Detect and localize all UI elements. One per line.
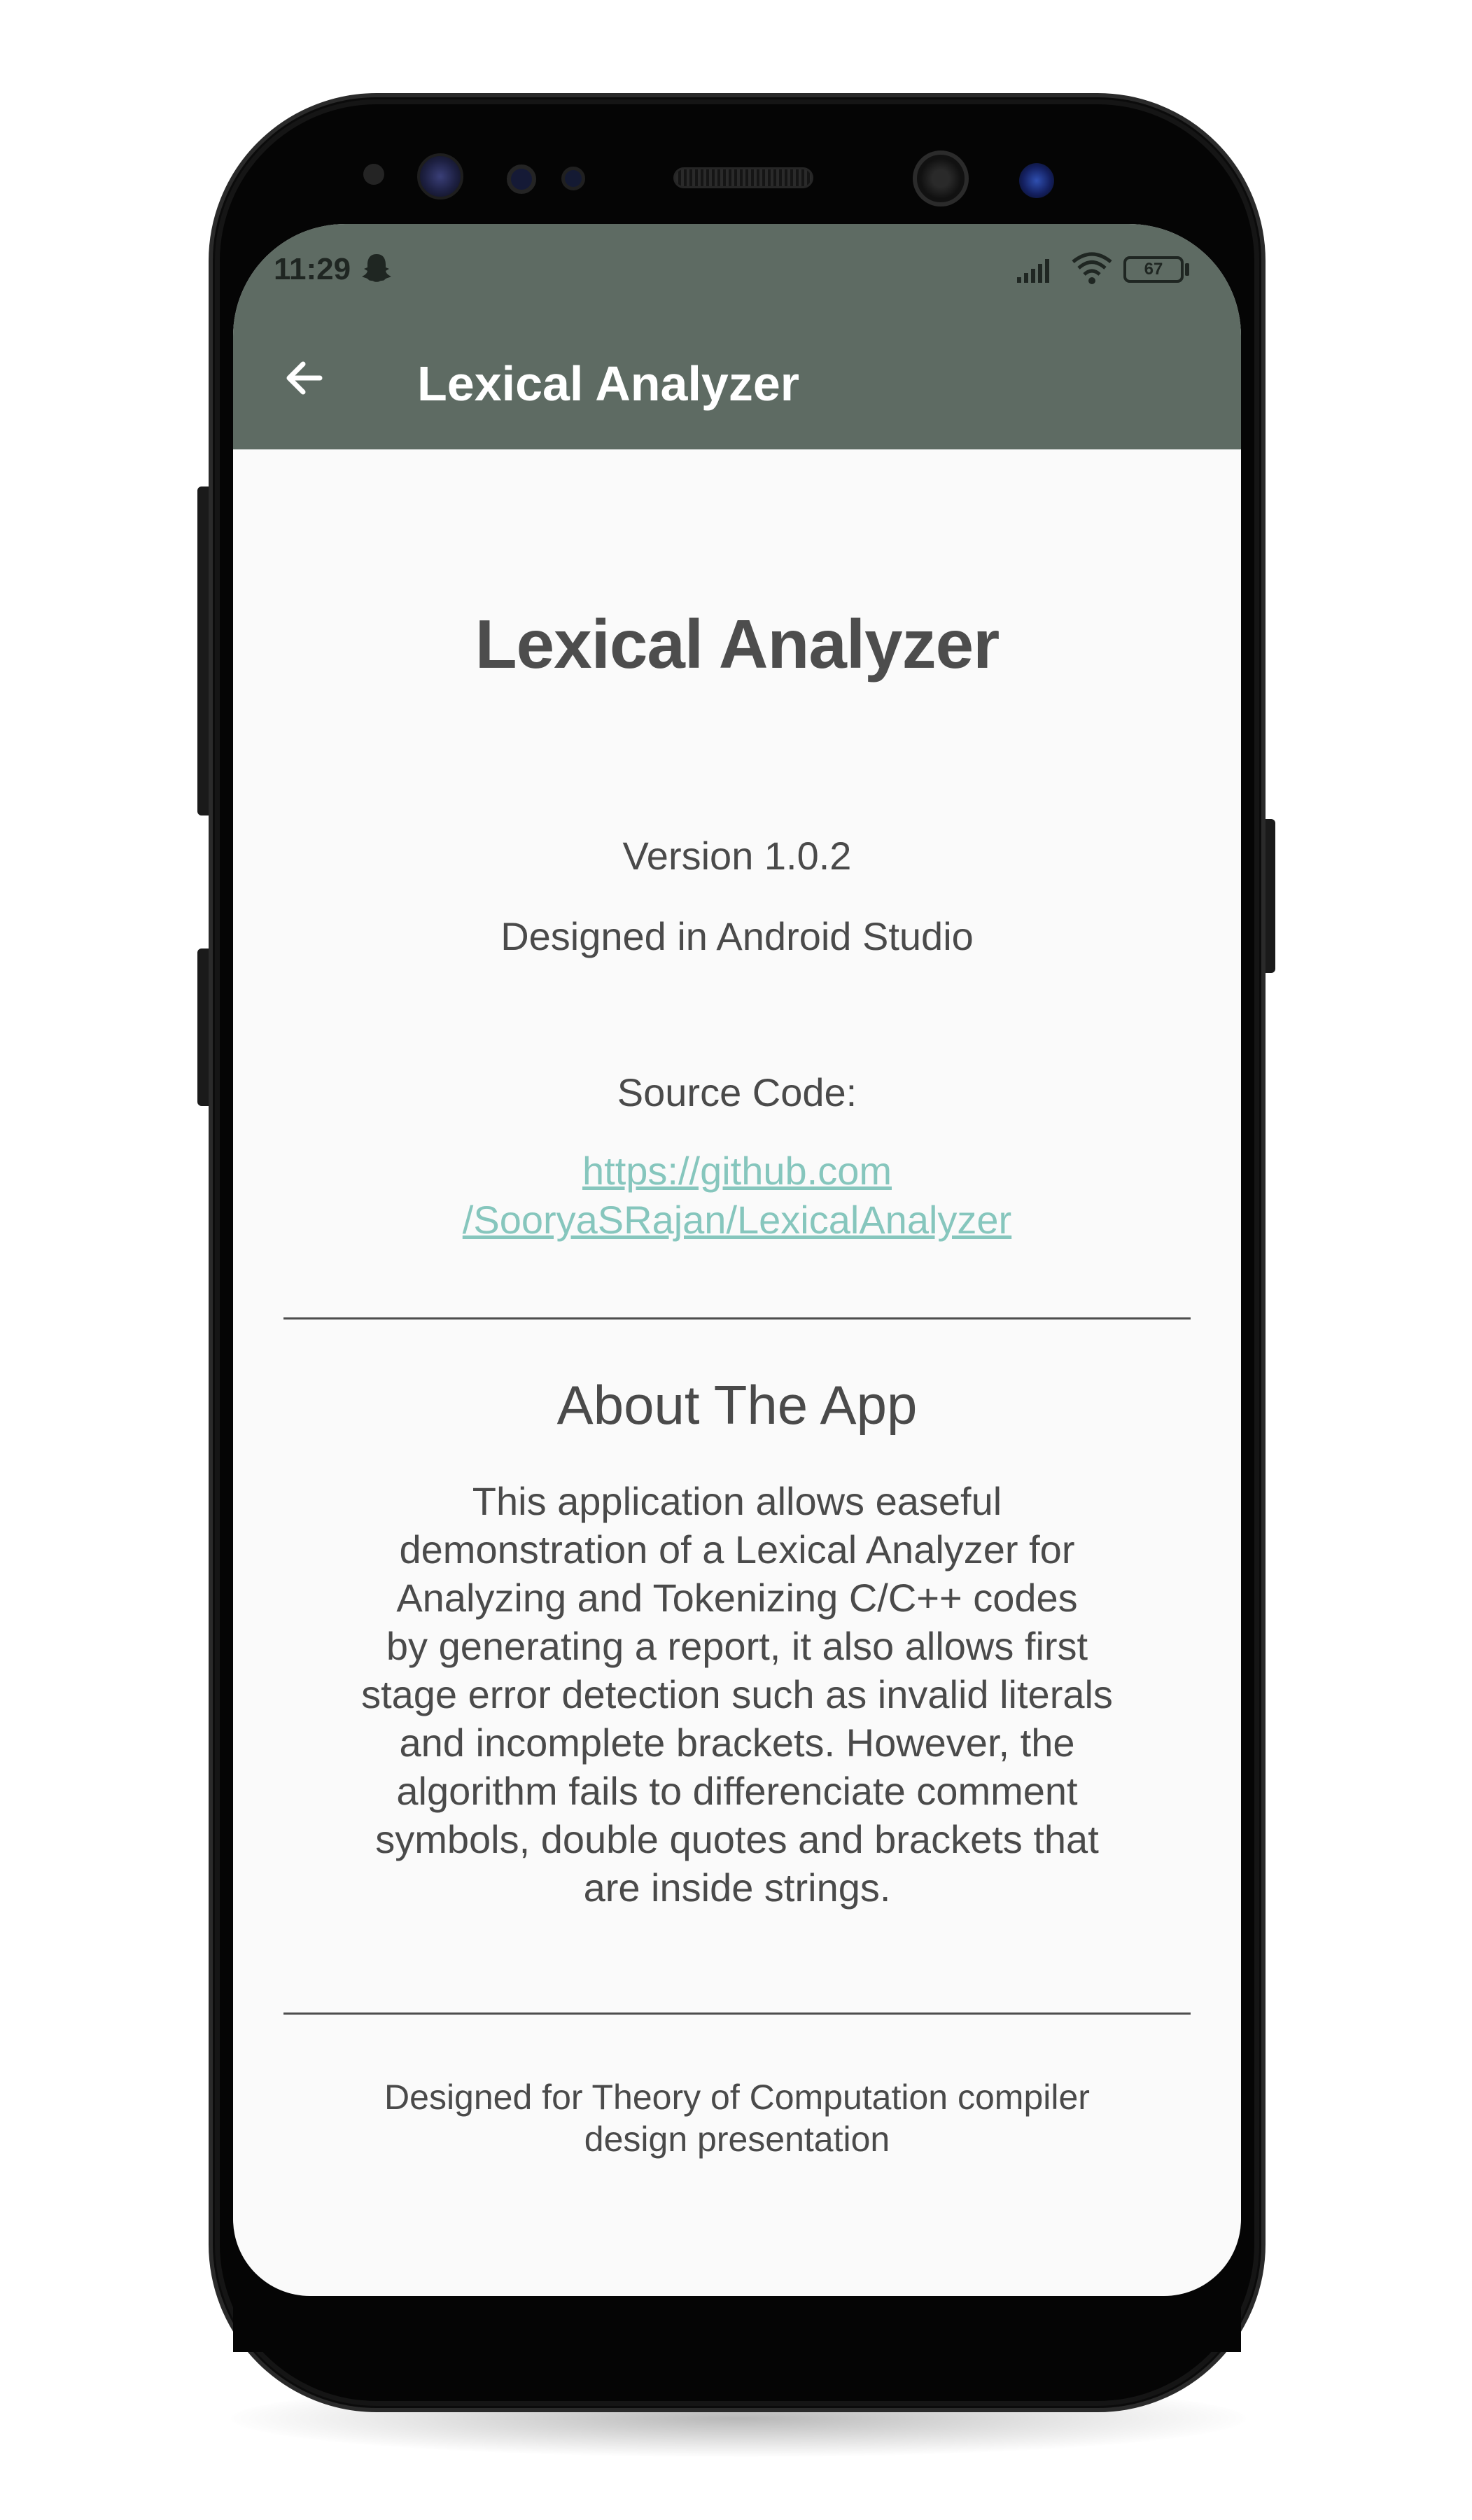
designed-in-text: Designed in Android Studio <box>500 914 974 958</box>
battery-level: 67 <box>1144 260 1163 279</box>
about-description: This application allows easeful demonstr… <box>233 1477 1241 1912</box>
divider <box>283 1317 1191 1320</box>
divider <box>283 2012 1191 2015</box>
about-title: About The App <box>556 1374 918 1436</box>
about-line: by generating a report, it also allows f… <box>386 1624 1088 1668</box>
page-title: Lexical Analyzer <box>475 606 1000 682</box>
front-camera-icon <box>913 150 969 206</box>
battery-icon: 67 <box>1123 256 1184 283</box>
front-camera-icon <box>1019 163 1054 198</box>
sensor-icon <box>561 167 585 190</box>
about-page-content: Lexical Analyzer Version 1.0.2 Designed … <box>233 449 1241 2296</box>
signal-icon <box>1017 259 1049 283</box>
source-link-line-1[interactable]: https://github.com <box>233 1147 1241 1196</box>
status-bar: 11:29 67 <box>233 224 1241 307</box>
battery-tip <box>1185 263 1189 276</box>
back-arrow-icon[interactable] <box>276 350 332 406</box>
app-bar-title: Lexical Analyzer <box>417 356 800 411</box>
app-bar: Lexical Analyzer <box>233 307 1241 449</box>
about-line: stage error detection such as invalid li… <box>361 1672 1113 1716</box>
version-text: Version 1.0.2 <box>622 834 852 878</box>
status-time: 11:29 <box>274 252 351 286</box>
iris-camera-icon <box>417 153 463 200</box>
about-line: and incomplete brackets. However, the <box>399 1721 1075 1765</box>
sensor-icon <box>363 164 384 185</box>
wifi-icon <box>1072 252 1112 284</box>
footer-note: Designed for Theory of Computation compi… <box>233 2076 1241 2160</box>
sensor-icon <box>507 164 536 194</box>
footer-line: design presentation <box>584 2120 890 2159</box>
source-code-label: Source Code: <box>617 1070 857 1114</box>
about-line: algorithm fails to differenciate comment <box>396 1769 1078 1813</box>
source-link-line-2[interactable]: /SooryaSRajan/LexicalAnalyzer <box>233 1196 1241 1245</box>
phone-chin <box>233 2296 1241 2352</box>
earpiece-speaker <box>673 167 813 188</box>
about-line: demonstration of a Lexical Analyzer for <box>399 1527 1075 1572</box>
footer-line: Designed for Theory of Computation compi… <box>384 2078 1090 2117</box>
about-line: Analyzing and Tokenizing C/C++ codes <box>396 1576 1078 1620</box>
about-line: symbols, double quotes and brackets that <box>375 1817 1099 1861</box>
ghost-icon <box>362 254 391 282</box>
about-line: are inside strings. <box>583 1865 891 1910</box>
source-code-link[interactable]: https://github.com /SooryaSRajan/Lexical… <box>233 1147 1241 1245</box>
screen: 11:29 67 Lexical Analyzer Lexical Analyz… <box>233 224 1241 2296</box>
about-line: This application allows easeful <box>472 1479 1002 1523</box>
